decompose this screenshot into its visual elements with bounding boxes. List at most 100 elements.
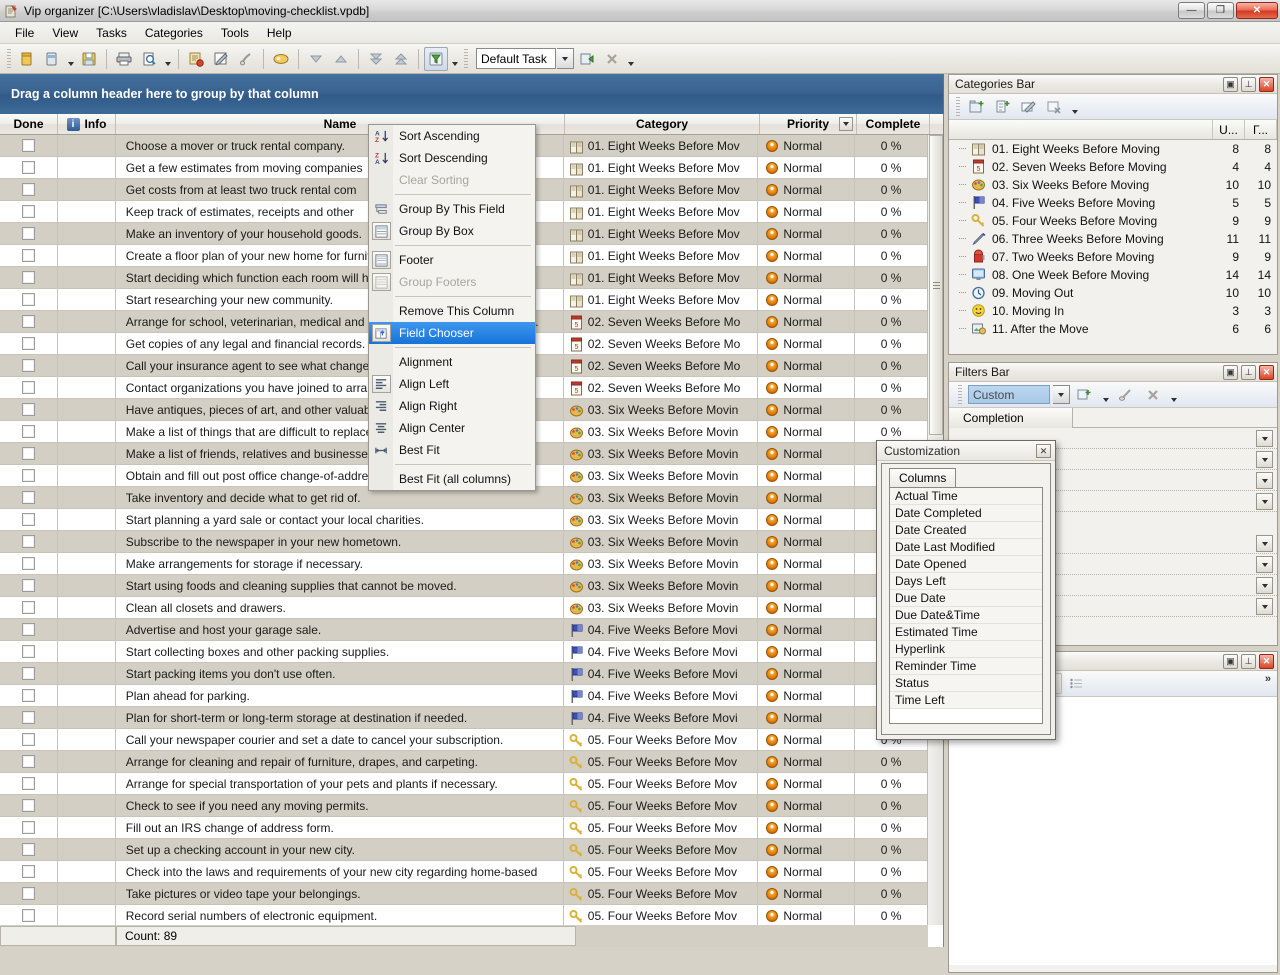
table-row[interactable]: Start planning a yard sale or contact yo… (0, 509, 928, 531)
row-category-cell[interactable]: 04. Five Weeks Before Movi (564, 707, 759, 729)
row-priority-cell[interactable]: Normal (758, 883, 855, 905)
filters-column-completion[interactable]: Completion (949, 408, 1073, 428)
row-complete-cell[interactable]: 0 % (855, 905, 928, 925)
table-row[interactable]: Call your newspaper courier and set a da… (0, 729, 928, 751)
filters-toolbar-overflow[interactable] (1168, 383, 1179, 407)
open-database-icon[interactable] (40, 47, 64, 71)
row-done-checkbox[interactable] (0, 663, 58, 685)
row-done-checkbox[interactable] (0, 509, 58, 531)
row-complete-cell[interactable]: 0 % (855, 135, 928, 157)
open-dropdown-arrow[interactable] (65, 47, 76, 71)
row-complete-cell[interactable]: 0 % (855, 245, 928, 267)
clear-icon[interactable] (600, 47, 624, 71)
tab-columns[interactable]: Columns (889, 468, 956, 487)
row-category-cell[interactable]: 01. Eight Weeks Before Mov (564, 223, 759, 245)
row-priority-cell[interactable]: Normal (758, 663, 855, 685)
filter-dropdown-icon[interactable] (839, 117, 853, 131)
categories-col-used[interactable]: U... (1213, 120, 1245, 139)
row-priority-cell[interactable]: Normal (758, 333, 855, 355)
row-priority-cell[interactable]: Normal (758, 465, 855, 487)
row-category-cell[interactable]: 05. Four Weeks Before Mov (564, 751, 759, 773)
row-done-checkbox[interactable] (0, 311, 58, 333)
row-priority-cell[interactable]: Normal (758, 267, 855, 289)
close-button[interactable]: ✕ (1236, 2, 1278, 19)
customization-field-item[interactable]: Date Opened (890, 556, 1042, 573)
row-category-cell[interactable]: 05. Four Weeks Before Mov (564, 839, 759, 861)
row-complete-cell[interactable]: 0 % (855, 773, 928, 795)
column-header-category[interactable]: Category (565, 114, 760, 134)
group-by-panel[interactable]: Drag a column header here to group by th… (0, 74, 944, 114)
row-category-cell[interactable]: 03. Six Weeks Before Movin (564, 509, 759, 531)
row-priority-cell[interactable]: Normal (758, 619, 855, 641)
table-row[interactable]: Arrange for cleaning and repair of furni… (0, 751, 928, 773)
row-name-cell[interactable]: Call your newspaper courier and set a da… (116, 729, 564, 751)
menu-item-file[interactable]: File (6, 24, 43, 42)
row-done-checkbox[interactable] (0, 685, 58, 707)
row-done-checkbox[interactable] (0, 641, 58, 663)
customization-field-item[interactable]: Date Created (890, 522, 1042, 539)
customization-field-item[interactable]: Actual Time (890, 488, 1042, 505)
row-done-checkbox[interactable] (0, 289, 58, 311)
row-category-cell[interactable]: 05. Four Weeks Before Mov (564, 773, 759, 795)
row-category-cell[interactable]: 01. Eight Weeks Before Mov (564, 157, 759, 179)
row-done-checkbox[interactable] (0, 135, 58, 157)
save-database-icon[interactable] (77, 47, 101, 71)
row-category-cell[interactable]: 03. Six Weeks Before Movin (564, 487, 759, 509)
filters-toolbar-grip[interactable] (958, 385, 962, 405)
task-template-combo[interactable]: Default Task (476, 48, 556, 69)
notes-toolbar-overflow[interactable]: » (1265, 673, 1271, 685)
print-icon[interactable] (112, 47, 136, 71)
row-done-checkbox[interactable] (0, 245, 58, 267)
row-priority-cell[interactable]: Normal (758, 641, 855, 663)
context-menu-item-align-left[interactable]: Align Left (369, 373, 535, 395)
row-category-cell[interactable]: 01. Eight Weeks Before Mov (564, 289, 759, 311)
row-category-cell[interactable]: 05. Four Weeks Before Mov (564, 729, 759, 751)
row-category-cell[interactable]: 03. Six Weeks Before Movin (564, 421, 759, 443)
category-tree-item[interactable]: 11. After the Move66 (949, 320, 1277, 338)
filters-pin-icon[interactable]: ⊥ (1241, 365, 1256, 380)
table-row[interactable]: Check to see if you need any moving perm… (0, 795, 928, 817)
row-name-cell[interactable]: Plan for short-term or long-term storage… (116, 707, 564, 729)
table-row[interactable]: Clean all closets and drawers.03. Six We… (0, 597, 928, 619)
row-done-checkbox[interactable] (0, 355, 58, 377)
row-done-checkbox[interactable] (0, 751, 58, 773)
menu-item-tools[interactable]: Tools (212, 24, 258, 42)
row-done-checkbox[interactable] (0, 861, 58, 883)
row-done-checkbox[interactable] (0, 465, 58, 487)
row-priority-cell[interactable]: Normal (758, 905, 855, 925)
row-name-cell[interactable]: Record serial numbers of electronic equi… (116, 905, 564, 925)
row-priority-cell[interactable]: Normal (758, 597, 855, 619)
row-complete-cell[interactable]: 0 % (855, 751, 928, 773)
row-category-cell[interactable]: 05. Four Weeks Before Mov (564, 905, 759, 925)
categories-toolbar-grip[interactable] (956, 97, 960, 117)
new-database-icon[interactable] (15, 47, 39, 71)
table-row[interactable]: Fill out an IRS change of address form.0… (0, 817, 928, 839)
row-priority-cell[interactable]: Normal (758, 773, 855, 795)
grid-scrollbar-thumb[interactable] (929, 135, 943, 435)
row-priority-cell[interactable]: Normal (758, 443, 855, 465)
row-category-cell[interactable]: 05. Four Weeks Before Mov (564, 861, 759, 883)
edit-task-icon[interactable] (209, 47, 233, 71)
dropdown-arrow-icon[interactable] (1256, 535, 1273, 552)
row-priority-cell[interactable]: Normal (758, 399, 855, 421)
customization-field-list[interactable]: Actual TimeDate CompletedDate CreatedDat… (889, 487, 1043, 724)
table-row[interactable]: Arrange for special transportation of yo… (0, 773, 928, 795)
delete-category-icon[interactable] (1043, 96, 1067, 118)
row-category-cell[interactable]: 03. Six Weeks Before Movin (564, 465, 759, 487)
row-priority-cell[interactable]: Normal (758, 751, 855, 773)
row-name-cell[interactable]: Check to see if you need any moving perm… (116, 795, 564, 817)
row-done-checkbox[interactable] (0, 267, 58, 289)
context-menu-item-alignment[interactable]: Alignment (369, 351, 535, 373)
context-menu-item-remove-this-column[interactable]: Remove This Column (369, 300, 535, 322)
row-category-cell[interactable]: 502. Seven Weeks Before Mo (564, 377, 759, 399)
row-done-checkbox[interactable] (0, 421, 58, 443)
row-done-checkbox[interactable] (0, 553, 58, 575)
row-category-cell[interactable]: 03. Six Weeks Before Movin (564, 553, 759, 575)
category-tree-item[interactable]: 09. Moving Out1010 (949, 284, 1277, 302)
row-category-cell[interactable]: 01. Eight Weeks Before Mov (564, 179, 759, 201)
customization-field-item[interactable]: Due Date&Time (890, 607, 1042, 624)
customization-field-item[interactable]: Time Left (890, 692, 1042, 709)
categories-close-icon[interactable]: ✕ (1259, 77, 1274, 92)
row-complete-cell[interactable]: 0 % (855, 157, 928, 179)
maximize-button[interactable]: ❐ (1207, 2, 1234, 19)
